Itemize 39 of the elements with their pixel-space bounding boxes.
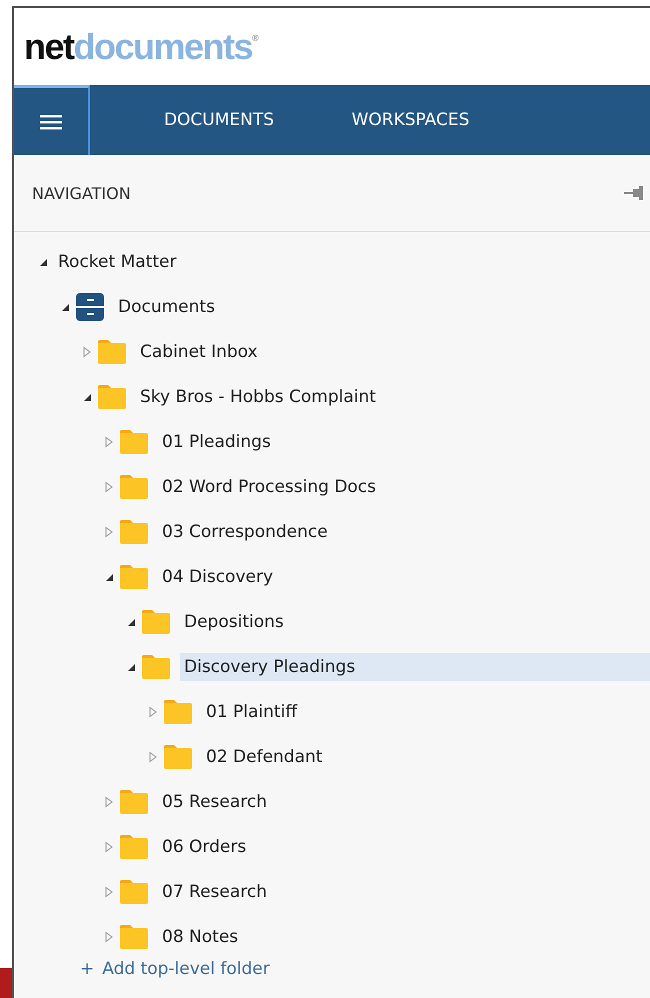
add-folder-link[interactable]: + Add top-level folder <box>80 959 270 979</box>
tree-item[interactable]: 07 Research <box>158 878 272 906</box>
folder-icon <box>142 654 172 680</box>
navigation-title: NAVIGATION <box>32 184 131 202</box>
tree-item[interactable]: 03 Correspondence <box>158 518 332 546</box>
tree-item[interactable]: 04 Discovery <box>158 562 278 590</box>
tree-item[interactable]: 06 Orders <box>158 832 250 860</box>
folder-icon <box>98 384 128 410</box>
cabinet-icon <box>76 292 106 320</box>
desktop-background <box>0 968 12 998</box>
tree-item[interactable]: Rocket Matter <box>54 248 180 276</box>
folder-icon <box>164 744 194 770</box>
menu-button[interactable] <box>14 85 90 155</box>
tree-item[interactable]: 01 Plaintiff <box>202 698 302 726</box>
menu-icon <box>40 114 62 130</box>
folder-icon <box>120 834 150 860</box>
folder-icon <box>120 474 150 500</box>
tree-item[interactable]: 01 Pleadings <box>158 428 275 456</box>
folder-icon <box>120 518 150 544</box>
tree-item[interactable]: Depositions <box>180 608 288 636</box>
folder-icon <box>120 924 150 950</box>
tree-item[interactable]: Discovery Pleadings <box>180 652 650 680</box>
tree-item[interactable]: 02 Defendant <box>202 742 326 770</box>
folder-icon <box>120 564 150 590</box>
folder-icon <box>164 698 194 724</box>
folder-icon <box>120 788 150 814</box>
folder-icon <box>142 608 172 634</box>
folder-icon <box>98 338 128 364</box>
nav-tab[interactable]: DOCUMENTS <box>158 110 280 130</box>
tree-item[interactable]: Cabinet Inbox <box>136 338 262 366</box>
tree-item[interactable]: Sky Bros - Hobbs Complaint <box>136 382 380 410</box>
tree-item[interactable]: 08 Notes <box>158 922 242 950</box>
folder-icon <box>120 428 150 454</box>
tree-item[interactable]: 05 Research <box>158 788 272 816</box>
folder-icon <box>120 878 150 904</box>
netdocuments-logo: netdocuments$^{®}$ <box>24 28 259 64</box>
tree-item[interactable]: 02 Word Processing Docs <box>158 472 380 500</box>
tree-item[interactable]: Documents <box>114 292 219 320</box>
nav-tab[interactable]: WORKSPACES <box>348 110 473 130</box>
